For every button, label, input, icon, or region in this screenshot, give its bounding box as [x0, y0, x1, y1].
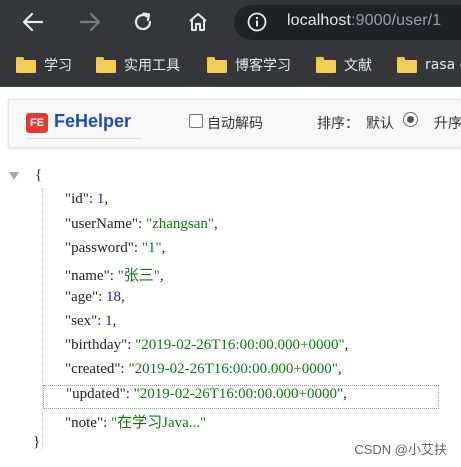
json-comma: , — [161, 240, 166, 256]
folder-icon — [316, 57, 336, 73]
auto-decode-label[interactable]: 自动解码 — [207, 113, 263, 133]
bookmark-label: 实用工具 — [124, 58, 180, 74]
json-value: "2019-02-26T16:00:00.000+0000" — [128, 361, 338, 377]
folder-icon — [16, 57, 36, 73]
json-row-highlighted[interactable]: "updated": "2019-02-26T16:00:00.000+0000… — [43, 385, 439, 409]
browser-toolbar: localhost:9000/user/1 — [0, 0, 461, 44]
json-key: "id" — [65, 191, 89, 207]
home-button[interactable] — [183, 7, 213, 37]
json-viewer: { "id": 1, "userName": "zhangsan", "pass… — [0, 160, 461, 460]
bookmark-papers[interactable]: 文献 — [316, 55, 372, 75]
forward-button[interactable] — [75, 7, 105, 37]
json-comma: , — [343, 386, 347, 402]
json-comma: , — [104, 191, 109, 207]
bookmark-rasa[interactable]: rasa d — [397, 55, 461, 75]
bookmark-label: 博客学习 — [235, 58, 291, 74]
home-icon — [189, 13, 207, 31]
json-separator: : — [125, 386, 134, 402]
json-key: "birthday" — [65, 337, 128, 353]
json-row: "age": 18, — [65, 289, 125, 311]
bookmark-tools[interactable]: 实用工具 — [96, 55, 180, 75]
close-brace: } — [33, 434, 41, 450]
json-value: "2019-02-26T16:00:00.000+0000" — [135, 337, 345, 353]
json-key: "sex" — [65, 313, 98, 329]
reload-icon — [134, 12, 152, 31]
json-row: "created": "2019-02-26T16:00:00.000+0000… — [65, 361, 342, 383]
bookmark-label: 文献 — [344, 58, 372, 74]
json-comma: , — [159, 268, 164, 284]
json-separator: : — [109, 268, 118, 284]
json-key: "created" — [65, 361, 121, 377]
open-brace: { — [35, 167, 43, 183]
json-separator: : — [98, 289, 106, 305]
json-key: "note" — [65, 415, 104, 431]
bookmark-blogs[interactable]: 博客学习 — [207, 55, 291, 75]
sort-default-radio[interactable] — [403, 112, 418, 127]
json-separator: : — [103, 415, 111, 431]
csdn-watermark: CSDN @小艾扶 — [354, 442, 447, 457]
json-comma: , — [214, 216, 218, 232]
fehelper-title[interactable]: FeHelper — [54, 111, 131, 132]
json-value: "zhangsan" — [145, 216, 215, 232]
info-icon[interactable] — [247, 12, 267, 32]
sort-label: 排序： — [317, 116, 359, 132]
json-key: "age" — [65, 289, 99, 305]
json-key: "name" — [65, 268, 110, 284]
json-value: "在学习Java..." — [111, 415, 207, 431]
json-comma: , — [344, 337, 349, 353]
bookmark-label: 学习 — [44, 58, 72, 74]
json-value: "2019-02-26T16:00:00.000+0000" — [133, 386, 344, 402]
url-text: localhost:9000/user/1 — [287, 12, 441, 30]
auto-decode-checkbox[interactable] — [189, 114, 203, 128]
arrow-right-icon — [79, 12, 101, 32]
address-bar[interactable]: localhost:9000/user/1 — [234, 5, 461, 40]
json-separator: : — [127, 337, 136, 353]
folder-icon — [96, 57, 116, 73]
json-row: "userName": "zhangsan", — [65, 216, 218, 238]
sort-default-label[interactable]: 默认 — [366, 113, 394, 133]
collapse-toggle-icon[interactable] — [9, 172, 19, 180]
folder-icon — [397, 57, 417, 73]
json-separator: : — [88, 191, 97, 207]
bookmark-label: rasa d — [425, 57, 461, 73]
json-separator: : — [138, 216, 146, 232]
back-button[interactable] — [18, 7, 48, 37]
fehelper-logo-icon[interactable]: FE — [26, 113, 48, 133]
url-path: :9000/user/1 — [351, 12, 442, 29]
json-value: "1" — [141, 240, 162, 256]
json-row: "name": "张三", — [65, 264, 164, 286]
bookmarks-bar: 学习 实用工具 博客学习 文献 rasa d — [0, 44, 461, 87]
json-row: "password": "1", — [65, 240, 165, 262]
bookmark-study[interactable]: 学习 — [16, 55, 72, 75]
json-key: "password" — [65, 240, 134, 256]
json-value: 1 — [105, 313, 113, 329]
arrow-left-icon — [22, 12, 44, 32]
reload-button[interactable] — [128, 7, 158, 37]
json-row: "note": "在学习Java..." — [65, 411, 206, 433]
json-row: "id": 1, — [65, 191, 108, 213]
json-comma: , — [112, 313, 117, 329]
json-value: 18 — [105, 289, 121, 305]
folder-icon — [207, 57, 227, 73]
indent-guide — [42, 188, 43, 450]
json-comma: , — [337, 361, 342, 377]
json-key: "updated" — [66, 386, 126, 402]
fehelper-toolbar: FE FeHelper 自动解码 排序： 默认 升序 — [8, 99, 461, 148]
url-host: localhost — [287, 12, 352, 29]
json-value: "张三" — [117, 268, 160, 284]
json-row: "sex": 1, — [65, 313, 116, 335]
json-row: "birthday": "2019-02-26T16:00:00.000+000… — [65, 337, 348, 359]
sort-asc-label[interactable]: 升序 — [434, 113, 461, 133]
json-row-wrapper: "updated": "2019-02-26T16:00:00.000+0000… — [0, 385, 461, 409]
divider — [26, 138, 142, 139]
json-separator: : — [133, 240, 142, 256]
json-comma: , — [120, 289, 125, 305]
json-separator: : — [97, 313, 106, 329]
json-key: "userName" — [65, 216, 139, 232]
